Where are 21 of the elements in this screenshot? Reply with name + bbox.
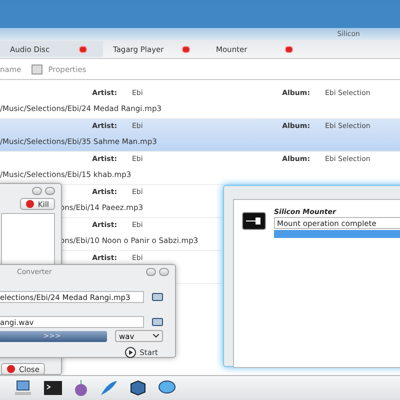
chat-bubble-icon[interactable] xyxy=(158,380,176,396)
folder-icon[interactable] xyxy=(152,293,163,301)
feather-icon[interactable] xyxy=(100,380,118,396)
terminal-icon[interactable] xyxy=(44,381,62,395)
minimize-button[interactable] xyxy=(32,187,42,195)
minimize-button[interactable] xyxy=(146,268,156,276)
close-icon[interactable] xyxy=(285,46,293,52)
document-icon xyxy=(31,64,44,75)
cube-icon[interactable] xyxy=(130,380,146,396)
stop-icon xyxy=(26,200,34,208)
folder-icon[interactable] xyxy=(152,318,163,326)
computer-icon[interactable] xyxy=(14,380,32,396)
close-icon[interactable] xyxy=(79,46,87,52)
close-button[interactable] xyxy=(159,268,169,276)
close-button[interactable] xyxy=(45,187,55,195)
stop-icon xyxy=(7,365,15,373)
chevron-down-icon xyxy=(153,334,159,338)
play-icon xyxy=(124,346,136,358)
plug-icon xyxy=(242,212,266,230)
close-icon[interactable] xyxy=(182,46,190,52)
onion-icon[interactable] xyxy=(74,380,88,396)
